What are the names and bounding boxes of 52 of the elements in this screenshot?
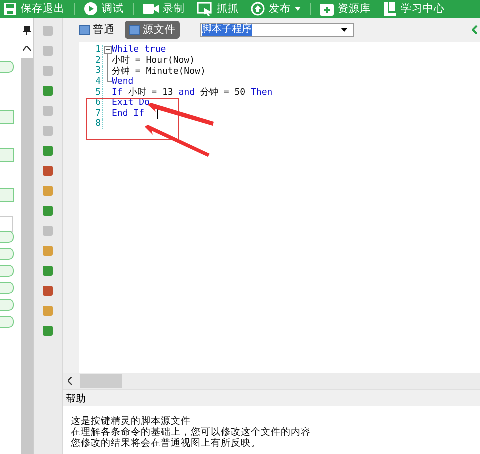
toolbar-button[interactable]: 录制 bbox=[140, 2, 188, 16]
line-number: 3 bbox=[79, 66, 103, 76]
input-field[interactable] bbox=[0, 216, 13, 232]
pin-icon bbox=[23, 26, 31, 35]
collapse-button[interactable] bbox=[0, 282, 14, 294]
help-text: 这是按键精灵的脚本源文件 bbox=[71, 416, 192, 427]
arrow-button[interactable] bbox=[0, 148, 14, 162]
view-tab[interactable]: 普通 bbox=[75, 21, 119, 39]
code-line: 分钟 = Minute(Now) bbox=[112, 66, 206, 77]
scroll-left-icon bbox=[68, 377, 73, 385]
help-text: 在理解各条命令的基础上，您可以修改这个文件的内容 bbox=[71, 427, 312, 438]
code-line: If 小时 = 13 and 分钟 = 50 Then bbox=[112, 86, 273, 99]
toolbar-button[interactable]: 调试 bbox=[81, 2, 127, 16]
line-number: 8 bbox=[79, 119, 103, 130]
toolbar-button[interactable]: 发布 bbox=[248, 2, 304, 16]
collapse-button[interactable] bbox=[0, 316, 14, 328]
help-text: 您修改的结果将会在普通视图上有所反映。 bbox=[71, 438, 262, 449]
video-camera-icon bbox=[143, 3, 159, 15]
upload-icon bbox=[251, 2, 265, 16]
subroutine-dropdown[interactable]: 脚本子程序 bbox=[200, 23, 354, 37]
code-line: Wend bbox=[112, 77, 134, 88]
scroll-up-icon bbox=[23, 46, 31, 51]
screen-pointer-icon bbox=[197, 2, 213, 16]
arrow-button[interactable] bbox=[0, 110, 14, 124]
caret-icon bbox=[341, 28, 348, 32]
code-line: 小时 = Hour(Now) bbox=[112, 54, 196, 66]
scroll-thumb[interactable] bbox=[80, 374, 122, 388]
file-icon bbox=[129, 25, 140, 35]
collapse-icon[interactable] bbox=[472, 25, 478, 35]
line-number: 4 bbox=[79, 77, 103, 88]
toolbar-button[interactable]: 资源库 bbox=[317, 2, 374, 16]
help-title: 帮助 bbox=[63, 389, 480, 406]
code-line: While true bbox=[112, 45, 166, 56]
line-number: 1 bbox=[79, 45, 103, 56]
horizontal-scrollbar[interactable] bbox=[63, 373, 480, 389]
line-number: 7 bbox=[79, 108, 103, 119]
arrow-button[interactable] bbox=[0, 188, 14, 202]
line-number: 5 bbox=[79, 88, 103, 98]
collapse-button[interactable] bbox=[0, 299, 14, 311]
collapse-button[interactable] bbox=[0, 61, 14, 73]
book-icon bbox=[383, 1, 397, 17]
collapse-button[interactable] bbox=[0, 248, 14, 260]
toolbar-button[interactable]: 学习中心 bbox=[380, 1, 448, 17]
toolbar-button[interactable]: 保存退出 bbox=[0, 2, 68, 16]
line-number: 2 bbox=[79, 56, 103, 66]
fold-icon[interactable] bbox=[104, 44, 112, 56]
toolbar-button[interactable]: 抓抓 bbox=[194, 2, 242, 16]
collapse-button[interactable] bbox=[0, 231, 14, 243]
view-tab[interactable]: 源文件 bbox=[125, 21, 180, 39]
form-icon bbox=[79, 25, 90, 35]
code-line: End If bbox=[112, 108, 145, 119]
collapse-button[interactable] bbox=[0, 265, 14, 277]
